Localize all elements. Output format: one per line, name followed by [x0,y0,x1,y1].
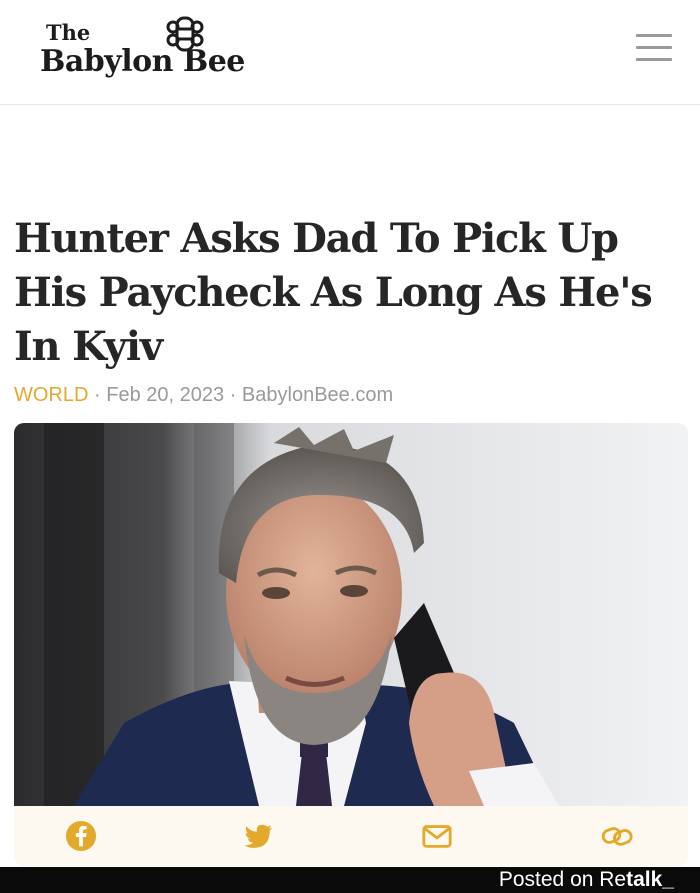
retalk-watermark-text: Posted on Retalk_ [499,868,674,892]
watermark-brand: talk_ [626,868,674,891]
site-header: The Babylon Bee [0,0,700,105]
watermark-prefix: Posted on Re [498,868,627,891]
article-date: Feb 20, 2023 [106,384,225,406]
logo-name-text: Babylon Bee [40,44,245,79]
link-icon[interactable] [600,820,634,852]
retalk-watermark: Posted on Retalk_ [0,867,700,893]
facebook-icon[interactable] [64,820,98,852]
meta-separator: · [229,384,237,406]
meta-separator: · [94,384,101,406]
site-logo[interactable]: The Babylon Bee [40,16,280,88]
article-meta: WORLD · Feb 20, 2023 · BabylonBee.com [14,384,393,407]
article-photo-illustration [14,423,688,806]
share-bar [14,806,688,866]
hamburger-menu-icon[interactable] [636,34,672,66]
article-headline[interactable]: Hunter Asks Dad To Pick Up His Paycheck … [14,212,694,374]
logo-the-text: The [46,20,91,45]
category-link[interactable]: WORLD [14,384,88,406]
article-source: BabylonBee.com [241,384,394,406]
email-icon[interactable] [420,820,454,852]
twitter-icon[interactable] [242,820,276,852]
man-on-phone-photo[interactable] [14,423,688,806]
